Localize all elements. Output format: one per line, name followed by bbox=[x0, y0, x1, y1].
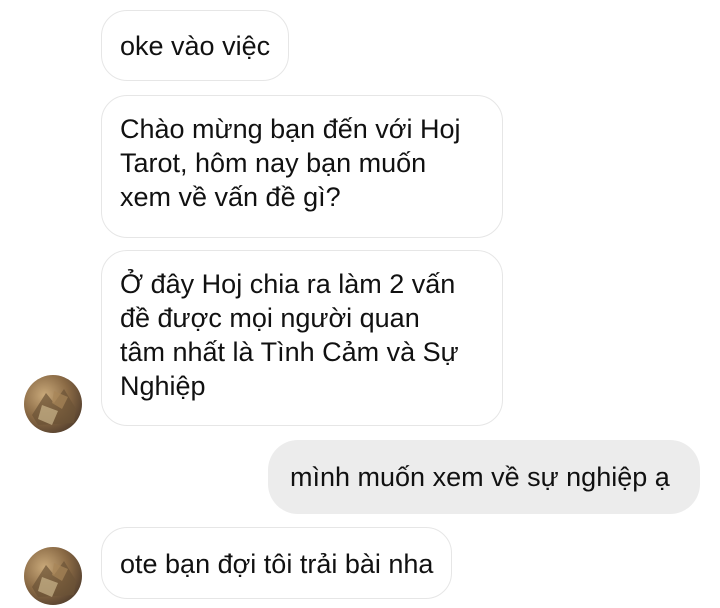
message-bubble-incoming[interactable]: oke vào việc bbox=[101, 10, 290, 81]
avatar[interactable] bbox=[24, 375, 82, 433]
message-bubble-incoming[interactable]: ote bạn đợi tôi trải bài nha bbox=[101, 527, 453, 599]
chat-thread: oke vào việc Chào mừng bạn đến với Hoj T… bbox=[0, 0, 720, 608]
avatar-image-icon bbox=[32, 561, 76, 597]
avatar[interactable] bbox=[24, 547, 82, 605]
avatar-image-icon bbox=[32, 389, 76, 425]
message-bubble-incoming[interactable]: Ở đây Hoj chia ra làm 2 vấn đề được mọi … bbox=[101, 250, 503, 426]
message-bubble-incoming[interactable]: Chào mừng bạn đến với Hoj Tarot, hôm nay… bbox=[101, 95, 503, 238]
message-bubble-outgoing[interactable]: mình muốn xem về sự nghiệp ạ bbox=[268, 440, 700, 514]
